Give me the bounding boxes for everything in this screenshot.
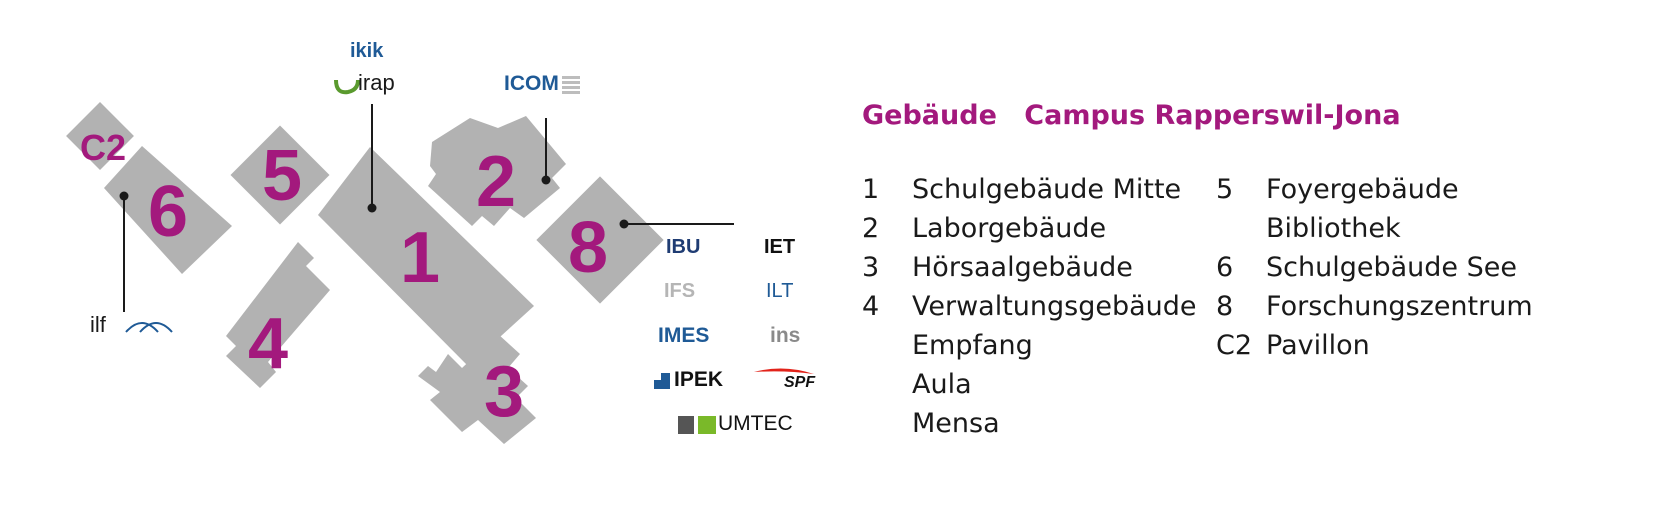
legend-building-name: Empfang (912, 330, 1033, 361)
legend-row: 3 Hörsaalgebäude (862, 248, 1197, 287)
ipek-mark (654, 373, 670, 389)
legend-building-name: Forschungszentrum (1266, 291, 1533, 322)
ilf-logo: ilf (90, 312, 106, 337)
legend-row: 6 Schulgebäude See (1216, 248, 1533, 287)
legend-building-name: Hörsaalgebäude (912, 252, 1133, 283)
legend-number: 5 (1216, 174, 1234, 205)
legend-building-name: Mensa (912, 408, 1000, 439)
building-label-5: 5 (262, 136, 302, 216)
irap-logo: irap (358, 70, 395, 95)
legend-row: Empfang (862, 326, 1197, 365)
legend-row: 2 Laborgebäude (862, 209, 1197, 248)
legend-title-buildings: Gebäude (862, 100, 997, 131)
imes-logo: IMES (658, 324, 710, 347)
legend-number: 3 (862, 252, 880, 283)
legend-building-name: Pavillon (1266, 330, 1370, 361)
legend-number: 6 (1216, 252, 1234, 283)
building-label-1: 1 (400, 218, 440, 298)
ikik-logo: ikik (350, 40, 384, 62)
ilt-logo: ILT (766, 280, 794, 302)
legend-building-name: Schulgebäude See (1266, 252, 1517, 283)
umtec-logo: UMTEC (718, 412, 793, 435)
icom-logo: ICOM (504, 72, 559, 95)
legend-building-name: Bibliothek (1266, 213, 1401, 244)
legend-building-name: Schulgebäude Mitte (912, 174, 1182, 205)
building-label-3: 3 (484, 352, 524, 432)
legend-row: 4 Verwaltungsgebäude (862, 287, 1197, 326)
ifs-logo: IFS (664, 280, 696, 302)
ibu-logo: IBU (666, 236, 701, 258)
ilf-arcs (125, 322, 173, 333)
legend-title-campus: Campus Rapperswil-Jona (1024, 100, 1401, 131)
irap-logo-mark (334, 79, 360, 95)
legend-number: 4 (862, 291, 880, 322)
building-label-c2: C2 (80, 127, 126, 168)
legend-column-left: 1 Schulgebäude Mitte 2 Laborgebäude 3 Hörsa… (862, 170, 1197, 443)
legend-row: 8 Forschungszentrum (1216, 287, 1533, 326)
legend-row: Bibliothek (1216, 209, 1533, 248)
legend-row: Aula (862, 365, 1197, 404)
legend-title: Gebäude Campus Rapperswil-Jona (862, 100, 1401, 131)
legend-number: C2 (1216, 330, 1253, 361)
iet-logo: IET (764, 236, 796, 258)
legend-building-name: Aula (912, 369, 972, 400)
legend-building-name: Verwaltungsgebäude (912, 291, 1197, 322)
building-label-6: 6 (148, 172, 188, 252)
legend-building-name: Foyergebäude (1266, 174, 1459, 205)
building-label-8: 8 (568, 208, 608, 288)
ins-logo: ins (770, 324, 801, 347)
legend-number: 8 (1216, 291, 1234, 322)
legend-building-name: Laborgebäude (912, 213, 1107, 244)
building-label-4: 4 (248, 304, 288, 384)
legend-column-right: 5 Foyergebäude Bibliothek 6 Schulgebäude S… (1216, 170, 1533, 365)
legend-number: 2 (862, 213, 880, 244)
legend-row: Mensa (862, 404, 1197, 443)
spf-logo: SPF (784, 374, 816, 391)
legend-row: 1 Schulgebäude Mitte (862, 170, 1197, 209)
building-label-2: 2 (476, 142, 516, 222)
umtec-mark (678, 416, 716, 434)
legend-number: 1 (862, 174, 880, 205)
legend-row: C2 Pavillon (1216, 326, 1533, 365)
legend-row: 5 Foyergebäude (1216, 170, 1533, 209)
icom-stripes (562, 76, 580, 94)
ipek-logo: IPEK (674, 368, 724, 391)
